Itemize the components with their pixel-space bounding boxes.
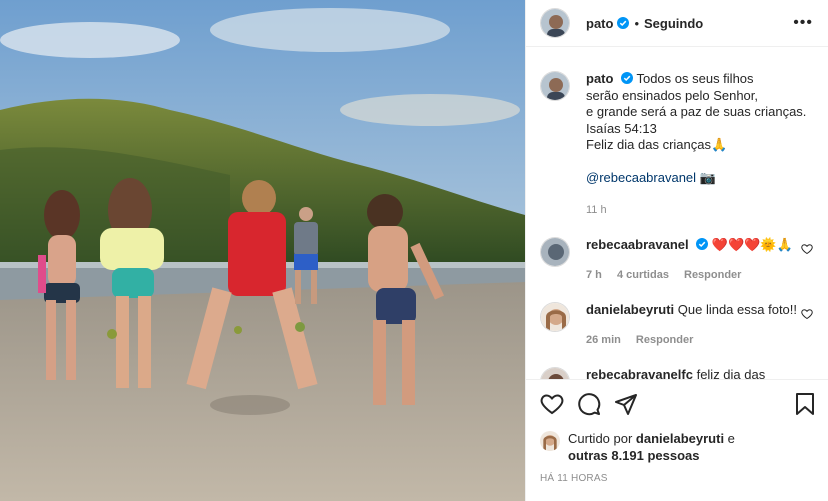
post-header: pato • Seguindo •••	[526, 0, 828, 47]
caption-time: 11 h	[586, 204, 607, 216]
comment-text: Que linda essa foto!!	[677, 301, 798, 317]
heart-icon[interactable]	[540, 392, 566, 418]
post-side-panel: pato • Seguindo ••• pato Todos os seus f…	[525, 0, 828, 501]
comment-body: danielabeyruti Que linda essa foto!! 26 …	[586, 302, 797, 349]
post-photo[interactable]	[0, 0, 525, 501]
comment-item: rebecaabravanel ❤️❤️❤️🌞🙏 7 h 4 curtidas …	[540, 236, 815, 284]
caption-line-4: Isaías 54:13	[586, 120, 657, 136]
comment-verified-icon	[696, 237, 709, 250]
likes-mid: e	[724, 431, 735, 446]
caption-line-5: Feliz dia das crianças🙏	[586, 137, 728, 152]
share-icon[interactable]	[614, 392, 640, 418]
comment-icon[interactable]	[577, 392, 603, 418]
following-button[interactable]: Seguindo	[644, 16, 703, 31]
comment-meta: 26 min Responder	[586, 332, 797, 349]
author-username[interactable]: pato	[586, 16, 613, 31]
comment-time: 7 h	[586, 269, 602, 281]
comment-time: 26 min	[586, 334, 621, 346]
commenter-avatar[interactable]	[540, 366, 570, 379]
commenter-avatar[interactable]	[540, 236, 570, 267]
comments-list[interactable]: pato Todos os seus filhos serão ensinado…	[526, 57, 828, 379]
caption-line-2: serão ensinados pelo Senhor,	[586, 87, 759, 103]
bookmark-icon[interactable]	[793, 392, 819, 418]
caption-username[interactable]: pato	[586, 71, 613, 86]
comment-username[interactable]: rebecabravanelfc	[586, 367, 693, 380]
header-separator: •	[634, 15, 640, 31]
author-avatar[interactable]	[540, 8, 570, 38]
liker-username[interactable]: danielabeyruti	[636, 431, 724, 446]
post-frame: pato • Seguindo ••• pato Todos os seus f…	[0, 0, 828, 501]
caption-mention[interactable]: @rebecaabravanel 📷	[586, 170, 806, 187]
verified-icon	[617, 17, 630, 29]
likes-prefix: Curtido por	[568, 431, 636, 446]
commenter-avatar[interactable]	[540, 301, 570, 332]
likes-summary: Curtido por danielabeyruti e outras 8.19…	[540, 430, 735, 464]
comment-body: rebecaabravanel ❤️❤️❤️🌞🙏 7 h 4 curtidas …	[586, 237, 793, 284]
caption-avatar[interactable]	[540, 71, 570, 101]
comment-like-icon[interactable]	[801, 308, 813, 320]
caption-body: pato Todos os seus filhos serão ensinado…	[586, 71, 806, 219]
comment-body: rebecabravanelfc feliz dia das	[586, 367, 765, 380]
comment-text: feliz dia das	[696, 366, 766, 380]
likes-others[interactable]: outras 8.191 pessoas	[568, 448, 700, 463]
comment-item: danielabeyruti Que linda essa foto!! 26 …	[540, 301, 815, 349]
post-timestamp[interactable]: HÁ 11 HORAS	[540, 473, 608, 484]
comment-username[interactable]: danielabeyruti	[586, 302, 674, 317]
action-icons	[540, 392, 819, 418]
liker-avatar[interactable]	[540, 431, 560, 451]
caption: pato Todos os seus filhos serão ensinado…	[540, 71, 815, 219]
caption-verified-icon	[621, 72, 634, 84]
comment-username[interactable]: rebecaabravanel	[586, 237, 689, 252]
post-actions: Curtido por danielabeyruti e outras 8.19…	[526, 379, 828, 501]
reply-button[interactable]: Responder	[684, 269, 741, 281]
comment-likes[interactable]: 4 curtidas	[617, 269, 669, 281]
more-icon[interactable]: •••	[793, 14, 813, 32]
reply-button[interactable]: Responder	[636, 334, 693, 346]
comment-like-icon[interactable]	[801, 243, 813, 255]
comment-meta: 7 h 4 curtidas Responder	[586, 267, 793, 284]
beach-photo-image	[0, 0, 525, 501]
caption-line-3: e grande será a paz de suas crianças.	[586, 104, 807, 119]
comment-text: ❤️❤️❤️🌞🙏	[711, 236, 793, 252]
caption-line-1: Todos os seus filhos	[636, 71, 754, 86]
comment-item: rebecabravanelfc feliz dia das	[540, 366, 815, 380]
